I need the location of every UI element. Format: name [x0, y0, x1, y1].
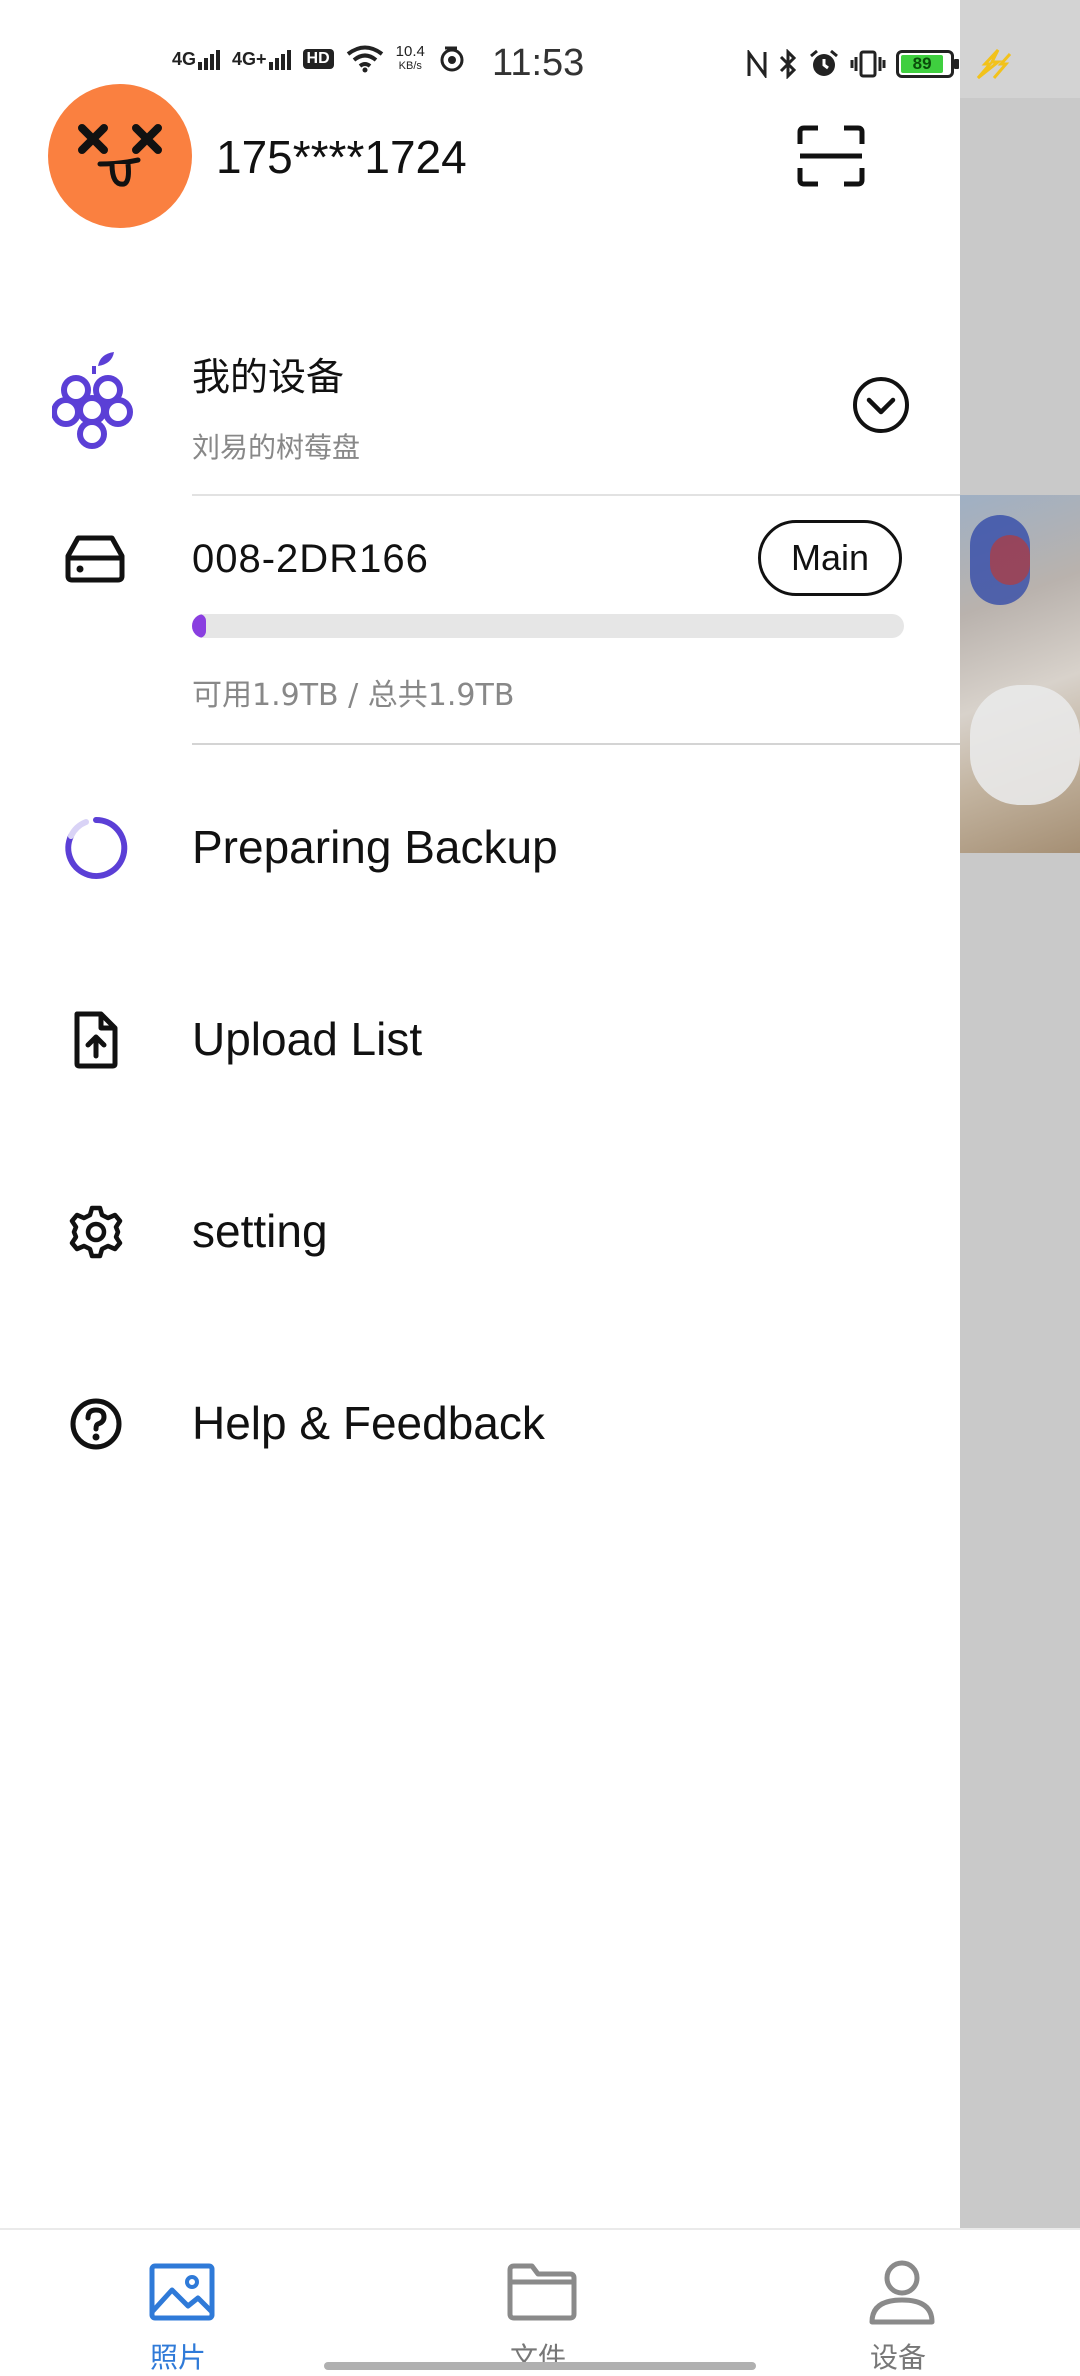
status-time: 11:53: [492, 42, 585, 84]
menu-item-upload-list[interactable]: Upload List: [0, 974, 960, 1094]
signal-4g-plus-icon: 4G+: [232, 48, 291, 70]
alarm-icon: [810, 49, 838, 76]
bottom-nav: 照片 文件 设备: [0, 2228, 1080, 2376]
background-photo-thumbnail: [960, 495, 1080, 853]
main-disk-badge: Main: [758, 520, 902, 596]
status-bar: 4G 4G+ HD 10.4 KB/s 11:53 89: [0, 30, 1080, 100]
tab-label: 文件: [509, 2341, 566, 2374]
navigation-drawer: 4G 4G+ HD 10.4 KB/s 11:53 89 175****1724…: [0, 0, 1012, 2228]
storage-progress-fill: [192, 614, 207, 638]
menu-item-label: Help & Feedback: [192, 1397, 545, 1449]
charging-icon: [976, 48, 1012, 80]
tab-label: 设备: [869, 2341, 926, 2374]
storage-text: 可用1.9TB / 总共1.9TB: [192, 678, 515, 713]
account-phone: 175****1724: [216, 131, 467, 183]
storage-progress-bar: [192, 614, 904, 638]
file-upload-icon: [62, 1006, 130, 1074]
status-right: 89: [746, 48, 1012, 80]
status-left: 4G 4G+ HD 10.4 KB/s: [172, 44, 467, 74]
menu-item-label: Preparing Backup: [192, 821, 558, 873]
signal-4g-icon: 4G: [172, 48, 221, 70]
hard-drive-icon: [65, 535, 125, 583]
dizzy-face-icon: [78, 124, 162, 187]
tab-label: 照片: [149, 2341, 206, 2374]
tab-files[interactable]: 文件: [438, 2230, 638, 2376]
device-title: 我的设备: [192, 355, 345, 399]
tab-devices[interactable]: 设备: [798, 2230, 998, 2376]
loading-spinner-icon: [62, 814, 130, 882]
net-speed: 10.4 KB/s: [395, 43, 425, 72]
chevron-down-icon[interactable]: [852, 376, 910, 434]
hd-icon: HD: [302, 49, 334, 69]
nfc-icon: [747, 50, 767, 78]
device-subtitle: 刘易的树莓盘: [192, 431, 361, 464]
home-indicator[interactable]: [324, 2362, 756, 2370]
battery-icon: 89: [896, 50, 959, 78]
menu-item-help-feedback[interactable]: Help & Feedback: [0, 1358, 960, 1478]
app-notification-icon: [440, 46, 464, 72]
gear-icon: [62, 1198, 130, 1266]
menu-item-setting[interactable]: setting: [0, 1166, 960, 1286]
folder-icon: [507, 2263, 577, 2321]
vibrate-icon: [850, 50, 886, 78]
menu-item-label: Upload List: [192, 1013, 423, 1065]
divider: [192, 494, 960, 496]
menu-item-label: setting: [192, 1205, 328, 1257]
image-icon: [149, 2263, 215, 2321]
menu-item-preparing-backup[interactable]: Preparing Backup: [0, 782, 960, 902]
divider: [192, 743, 960, 745]
person-icon: [869, 2260, 935, 2325]
drawer-scrim[interactable]: [960, 0, 1080, 2228]
avatar[interactable]: [48, 84, 192, 228]
disk-name: 008-2DR166: [192, 537, 429, 581]
wifi-icon: [346, 45, 383, 73]
bluetooth-icon: [779, 49, 797, 79]
scan-qr-icon[interactable]: [796, 124, 866, 188]
raspberry-device-icon: [52, 352, 133, 449]
help-circle-icon: [62, 1390, 130, 1458]
tab-photos[interactable]: 照片: [78, 2230, 278, 2376]
